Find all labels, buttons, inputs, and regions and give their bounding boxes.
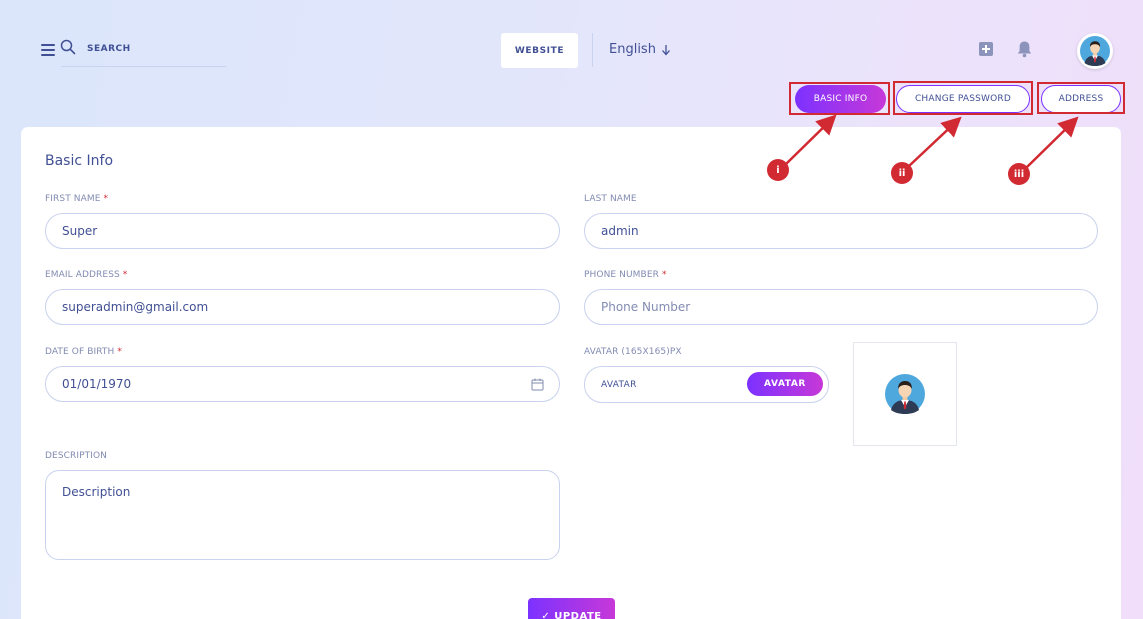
last-name-label: LAST NAME <box>584 194 637 204</box>
description-label: DESCRIPTION <box>45 451 108 461</box>
avatar-label: AVATAR (165X165)PX <box>584 347 682 357</box>
first-name-label: FIRST NAME * <box>45 194 109 204</box>
search-input[interactable]: SEARCH <box>87 44 131 54</box>
dob-field[interactable]: 01/01/1970 <box>45 366 560 402</box>
avatar-preview-icon <box>885 374 925 414</box>
hamburger-menu-icon[interactable] <box>41 44 55 56</box>
last-name-value: admin <box>601 224 639 238</box>
highlight-box-basic-info <box>789 82 890 115</box>
avatar-file-placeholder: AVATAR <box>601 380 637 390</box>
phone-placeholder: Phone Number <box>601 300 691 314</box>
phone-label: PHONE NUMBER * <box>584 270 667 280</box>
description-textarea[interactable]: Description <box>45 470 560 560</box>
user-avatar[interactable] <box>1077 33 1113 69</box>
dob-label: DATE OF BIRTH * <box>45 347 122 357</box>
add-square-icon[interactable] <box>978 41 994 57</box>
search-underline <box>61 66 226 67</box>
avatar-preview <box>853 342 957 446</box>
notification-bell-icon[interactable] <box>1016 40 1033 58</box>
website-button[interactable]: WEBSITE <box>501 33 578 68</box>
highlight-box-address <box>1037 82 1125 114</box>
email-label: EMAIL ADDRESS * <box>45 270 128 280</box>
annotation-marker-i: i <box>767 159 789 181</box>
language-label: English <box>609 42 656 57</box>
phone-field[interactable]: Phone Number <box>584 289 1098 325</box>
last-name-field[interactable]: admin <box>584 213 1098 249</box>
first-name-field[interactable]: Super <box>45 213 560 249</box>
annotation-marker-ii: ii <box>891 162 913 184</box>
search-icon[interactable] <box>60 39 76 55</box>
header-divider <box>592 33 593 67</box>
update-button[interactable]: ✓ UPDATE <box>528 598 615 619</box>
annotation-marker-iii: iii <box>1008 163 1030 185</box>
description-placeholder: Description <box>62 485 131 499</box>
arrow-down-icon <box>661 44 670 55</box>
language-selector[interactable]: English <box>609 42 671 57</box>
card-title: Basic Info <box>45 153 114 169</box>
user-avatar-icon <box>1080 36 1110 66</box>
email-field[interactable]: superadmin@gmail.com <box>45 289 560 325</box>
email-value: superadmin@gmail.com <box>62 300 209 314</box>
calendar-icon[interactable] <box>531 378 544 391</box>
avatar-file-field[interactable]: AVATAR AVATAR <box>584 366 829 403</box>
highlight-box-change-password <box>893 81 1033 115</box>
avatar-browse-button[interactable]: AVATAR <box>747 372 823 396</box>
first-name-value: Super <box>62 224 98 238</box>
dob-value: 01/01/1970 <box>62 377 132 391</box>
